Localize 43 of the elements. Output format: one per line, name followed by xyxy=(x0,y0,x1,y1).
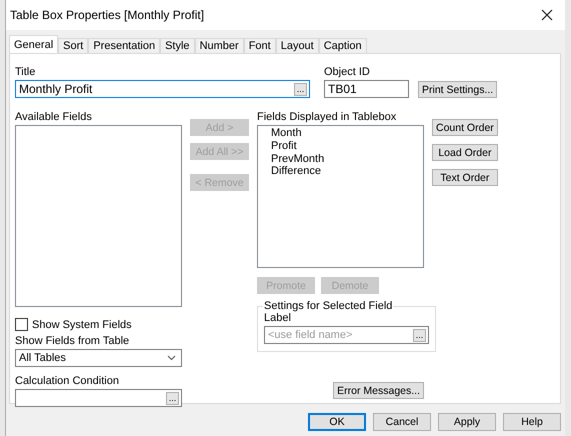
tab[interactable]: Presentation xyxy=(88,38,160,53)
label-label: Label xyxy=(264,312,292,324)
list-item[interactable]: PrevMonth xyxy=(271,152,324,166)
list-item[interactable]: Difference xyxy=(271,165,321,178)
tab[interactable]: Caption xyxy=(318,38,367,53)
table-dropdown[interactable]: All Tables xyxy=(15,349,182,367)
browse-button[interactable]: ... xyxy=(294,82,307,96)
chevron-down-icon xyxy=(167,355,176,361)
close-icon[interactable] xyxy=(541,9,553,21)
list-item[interactable]: Profit xyxy=(271,140,297,153)
title-label: Title xyxy=(15,66,36,78)
calculation-condition-label: Calculation Condition xyxy=(15,375,120,387)
list-item[interactable]: Month xyxy=(271,127,302,140)
dialog-button[interactable]: Help xyxy=(503,413,561,431)
available-fields-label: Available Fields xyxy=(15,111,93,123)
checkbox-label[interactable]: Show System Fields xyxy=(32,318,132,330)
checkbox[interactable] xyxy=(15,318,28,331)
browse-button[interactable]: ... xyxy=(413,328,426,342)
dialog-button[interactable]: OK xyxy=(308,413,366,431)
tab[interactable]: General xyxy=(9,35,58,53)
tab[interactable]: Sort xyxy=(58,38,88,53)
print-settings-button[interactable]: Print Settings... xyxy=(418,81,498,98)
available-fields-list[interactable] xyxy=(15,125,182,307)
order-button[interactable]: Text Order xyxy=(432,169,498,186)
window-title: Table Box Properties [Monthly Profit] xyxy=(10,8,204,22)
dialog-button[interactable]: Apply xyxy=(438,413,496,431)
tab[interactable]: Font xyxy=(244,38,276,53)
order-button[interactable]: Count Order xyxy=(432,119,498,136)
group-title: Settings for Selected Field xyxy=(263,300,394,312)
tab[interactable]: Number xyxy=(194,38,244,53)
object-id-label: Object ID xyxy=(324,66,371,78)
order-button[interactable]: Load Order xyxy=(432,144,498,161)
title-field[interactable]: Monthly Profit ... xyxy=(15,80,310,98)
calculation-condition-field[interactable]: ... xyxy=(15,389,182,407)
label-field[interactable]: <use field name> ... xyxy=(264,326,429,344)
browse-button[interactable]: ... xyxy=(166,392,179,404)
tab[interactable]: Layout xyxy=(276,38,319,53)
dialog-button[interactable]: Cancel xyxy=(373,413,431,431)
error-messages-button[interactable]: Error Messages... xyxy=(333,382,424,399)
show-fields-label: Show Fields from Table xyxy=(15,335,130,347)
object-id-field[interactable]: TB01 xyxy=(324,80,409,98)
displayed-fields-label: Fields Displayed in Tablebox xyxy=(257,111,398,123)
tab[interactable]: Style xyxy=(160,38,195,53)
